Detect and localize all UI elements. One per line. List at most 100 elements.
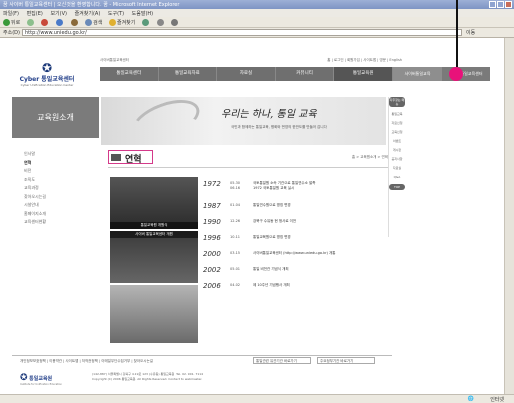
annotation-pointer-line bbox=[456, 0, 458, 67]
quick-menu-item[interactable]: 이벤트 bbox=[389, 139, 405, 143]
footer-logo-name: 통일교육원 bbox=[29, 375, 53, 382]
home-button[interactable] bbox=[70, 19, 79, 26]
title-divider bbox=[108, 167, 388, 168]
go-button[interactable]: 이동 bbox=[466, 29, 475, 36]
nav-item-archive[interactable]: 자료실 bbox=[217, 67, 276, 81]
window-title: 꿈 사이버 통일교육센터 | 오신것을 환영합니다. 꿈 - Microsoft… bbox=[3, 2, 180, 8]
vertical-scrollbar[interactable] bbox=[504, 38, 514, 394]
annotation-marker bbox=[449, 67, 463, 81]
footer-logo: ✪ 통일교육원 Institute for Unification Educat… bbox=[20, 373, 70, 386]
timeline-year: 2002 bbox=[203, 266, 221, 274]
close-button[interactable] bbox=[505, 1, 512, 8]
nav-item-center[interactable]: 통일교육센터 bbox=[100, 67, 159, 81]
quick-menu-item[interactable]: 자료신청 bbox=[389, 121, 405, 125]
timeline-text: 국토통일원 소속 기관으로 통일연수소 발족 1972 국토통일원 교육 실시 bbox=[253, 181, 316, 190]
top-button[interactable]: TOP bbox=[389, 184, 405, 190]
timeline-text: 사이버통일교육센터 (http://www.uniedu.go.kr) 개통 bbox=[253, 251, 336, 255]
stop-icon bbox=[41, 19, 49, 26]
refresh-button[interactable] bbox=[55, 19, 64, 26]
security-zone-icon: 🌐 bbox=[467, 396, 474, 402]
timeline-year: 1990 bbox=[203, 218, 221, 226]
forward-button[interactable] bbox=[26, 19, 35, 26]
footer-address: (142-887) 서울특별시 강북구 4.19로 123 (수유동) 통일교육… bbox=[92, 372, 204, 381]
address-label: 주소(D) bbox=[3, 30, 20, 36]
submenu-greeting[interactable]: 인사말 bbox=[24, 150, 94, 159]
stop-button[interactable] bbox=[41, 19, 49, 26]
star-icon bbox=[108, 19, 116, 26]
timeline-date: 04.02 bbox=[230, 283, 241, 287]
timeline-text: 통일연수원으로 명칭 변경 bbox=[253, 203, 291, 207]
breadcrumb: 홈 > 교육원소개 > 연혁 bbox=[351, 155, 388, 159]
maximize-button[interactable] bbox=[497, 1, 504, 8]
timeline-date: 05.01 bbox=[230, 267, 241, 271]
back-label: 뒤로 bbox=[11, 20, 21, 26]
main-navigation: 통일교육센터 통일교육자료 자료실 커뮤니티 통일교육원 bbox=[100, 67, 393, 81]
timeline-date: 01.04 bbox=[230, 203, 241, 207]
quick-menu-title: 자주찾는 메뉴 bbox=[389, 97, 405, 107]
timeline-date: 05.30 06.16 bbox=[230, 181, 241, 190]
history-photo-1: 통일교육원 개원식 bbox=[110, 177, 198, 229]
quick-menu-item[interactable]: 통일교육 bbox=[389, 112, 405, 116]
quick-menu-item[interactable]: 교육신청 bbox=[389, 130, 405, 134]
section-banner: 교육원소개 bbox=[12, 97, 99, 138]
quick-menu-item[interactable]: 게시판 bbox=[389, 148, 405, 152]
timeline-row: 1972 05.30 06.16 국토통일원 소속 기관으로 통일연수소 발족 … bbox=[203, 180, 393, 202]
submenu-vision[interactable]: 비전 bbox=[24, 167, 94, 176]
nav-item-community[interactable]: 커뮤니티 bbox=[276, 67, 335, 81]
submenu-courses[interactable]: 교육과정 bbox=[24, 184, 94, 193]
url-input[interactable]: http://www.uniedu.go.kr/ bbox=[22, 29, 462, 36]
timeline-text: 통일교육원으로 명칭 변경 bbox=[253, 235, 291, 239]
timeline-year: 1987 bbox=[203, 202, 221, 210]
submenu-homepage[interactable]: 홈페이지소개 bbox=[24, 210, 94, 219]
zone-label: 인터넷 bbox=[490, 397, 504, 403]
home-icon bbox=[70, 19, 78, 26]
timeline-text: 강북구 수유동 현 청사로 이전 bbox=[253, 219, 297, 223]
footer-links[interactable]: 개인정보보호정책 | 이용약관 | 사이트맵 | 저작권정책 | 이메일무단수집… bbox=[20, 359, 250, 364]
print-icon bbox=[171, 19, 179, 26]
quick-menu-item[interactable]: 공지사항 bbox=[389, 157, 405, 161]
timeline-row: 2002 05.01 통일 비전관 기념식 개최 bbox=[203, 266, 393, 282]
print-button[interactable] bbox=[171, 19, 179, 26]
timeline-year: 2000 bbox=[203, 250, 221, 258]
history-icon bbox=[141, 19, 149, 26]
site-logo[interactable]: ✪ Cyber 통일교육센터 Cyber Unification Educati… bbox=[12, 62, 82, 87]
back-button[interactable]: 뒤로 bbox=[3, 19, 20, 26]
footer-emblem-icon: ✪ bbox=[20, 373, 28, 383]
back-arrow-icon bbox=[3, 19, 10, 26]
government-sites-select[interactable]: 주요정부기관 바로가기 bbox=[317, 357, 375, 364]
submenu-facilities[interactable]: 시설안내 bbox=[24, 201, 94, 210]
submenu-history[interactable]: 연혁 bbox=[24, 159, 94, 168]
forward-arrow-icon bbox=[26, 19, 34, 26]
history-button[interactable] bbox=[141, 19, 150, 26]
refresh-icon bbox=[55, 19, 63, 26]
timeline-date: 12.26 bbox=[230, 219, 241, 223]
quick-menu-item[interactable]: Q&A bbox=[389, 175, 405, 179]
submenu-organization[interactable]: 조직도 bbox=[24, 176, 94, 185]
history-photo-3 bbox=[110, 285, 198, 343]
page-title: 연혁 bbox=[125, 155, 142, 165]
timeline-row: 1987 01.04 통일연수원으로 명칭 변경 bbox=[203, 202, 393, 218]
mail-button[interactable] bbox=[156, 19, 165, 26]
search-button[interactable]: 검색 bbox=[85, 19, 102, 26]
nav-cyber-education[interactable]: 사이버통일교육 bbox=[393, 67, 442, 81]
nav-item-materials[interactable]: 통일교육자료 bbox=[159, 67, 218, 81]
top-utility-links[interactable]: 홈 | 로그인 | 회원가입 | 사이트맵 | 영문 | English bbox=[262, 58, 402, 64]
quick-menu-item[interactable]: 자료실 bbox=[389, 166, 405, 170]
title-bullet-icon bbox=[111, 154, 121, 161]
status-bar: 🌐 인터넷 bbox=[0, 394, 514, 403]
favorites-label: 즐겨찾기 bbox=[116, 20, 136, 26]
submenu-centers[interactable]: 교육센터현황 bbox=[24, 218, 94, 227]
submenu-directions[interactable]: 찾아오시는길 bbox=[24, 193, 94, 202]
related-sites-select[interactable]: 통일관련 유관기관 바로가기 bbox=[253, 357, 311, 364]
photo-caption-2: 사이버 통일교육센터 개원 bbox=[110, 231, 198, 238]
nav-item-institute[interactable]: 통일교육원 bbox=[334, 67, 393, 81]
browser-toolbar: 뒤로 검색 즐겨찾기 bbox=[0, 17, 514, 28]
timeline-text: 제 10주년 기념행사 개최 bbox=[253, 283, 290, 287]
favorites-button[interactable]: 즐겨찾기 bbox=[108, 19, 136, 26]
timeline-date: 10.11 bbox=[230, 235, 241, 239]
history-photo-2: 사이버 통일교육센터 개원 bbox=[110, 231, 198, 283]
left-submenu: 인사말 연혁 비전 조직도 교육과정 찾아오시는길 시설안내 홈페이지소개 교육… bbox=[24, 150, 94, 227]
banner-swoosh-graphic bbox=[127, 92, 205, 148]
minimize-button[interactable] bbox=[489, 1, 496, 8]
timeline-row: 2006 04.02 제 10주년 기념행사 개최 bbox=[203, 282, 393, 298]
